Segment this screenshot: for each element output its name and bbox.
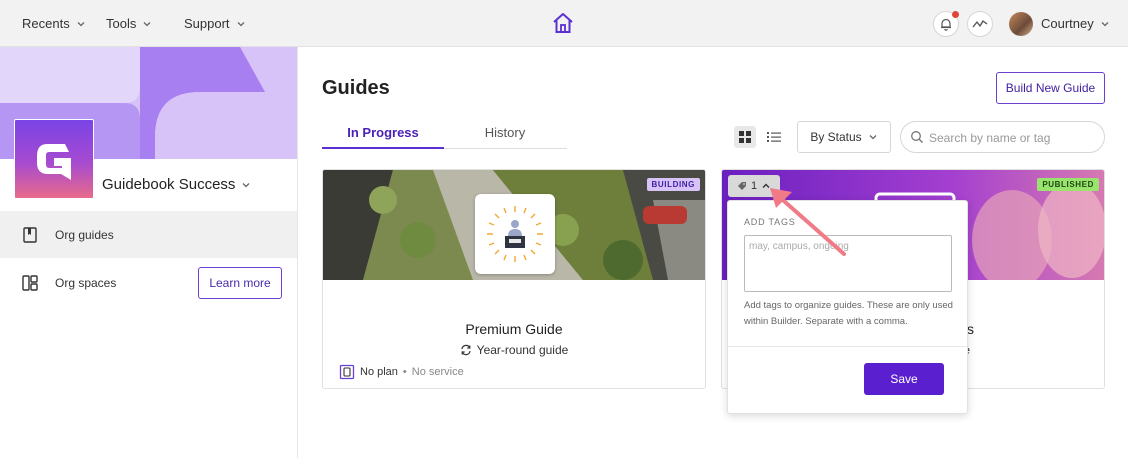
grid-view-button[interactable]	[734, 126, 756, 148]
book-icon	[23, 226, 37, 243]
sidebar-item-label: Org guides	[55, 227, 114, 242]
list-view-button[interactable]	[763, 126, 785, 148]
chevron-down-icon	[869, 135, 877, 140]
chevron-down-icon	[1101, 21, 1109, 26]
org-name-label: Guidebook Success	[102, 176, 236, 193]
popup-title: ADD TAGS	[744, 217, 796, 227]
top-bar: Recents Tools Support Courtney	[0, 0, 1128, 47]
nav-support-label: Support	[184, 16, 230, 31]
list-icon	[767, 132, 781, 142]
org-switcher[interactable]: Guidebook Success	[102, 176, 251, 193]
plan-label: No plan	[360, 366, 398, 378]
guidebook-logo-icon	[37, 144, 71, 180]
sidebar-item-org-guides[interactable]: Org guides	[0, 211, 297, 258]
avatar[interactable]	[1009, 12, 1033, 36]
guide-title-fragment: s	[967, 321, 974, 337]
tags-input[interactable]	[744, 235, 952, 292]
sidebar-item-org-spaces[interactable]: Org spaces Learn more	[0, 259, 297, 306]
refresh-icon	[461, 344, 471, 356]
notifications-button[interactable]	[933, 11, 959, 37]
search-icon	[911, 131, 923, 143]
service-label: No service	[411, 366, 464, 378]
status-filter-select[interactable]: By Status	[797, 121, 891, 153]
chevron-down-icon	[237, 21, 245, 26]
chevron-down-icon	[143, 21, 151, 26]
tab-history[interactable]: History	[444, 125, 566, 149]
save-button[interactable]: Save	[864, 363, 944, 395]
nav-recents[interactable]: Recents	[22, 16, 86, 31]
build-new-guide-button[interactable]: Build New Guide	[996, 72, 1105, 104]
tag-icon	[737, 182, 746, 190]
layout-icon	[22, 274, 38, 291]
nav-tools[interactable]: Tools	[106, 16, 152, 31]
add-tags-popup: ADD TAGS Add tags to organize guides. Th…	[727, 200, 968, 414]
search-box	[900, 121, 1105, 153]
separator-dot: •	[402, 366, 407, 378]
page-title: Guides	[322, 77, 390, 99]
status-badge: BUILDING	[646, 178, 700, 191]
guide-title: Premium Guide	[465, 321, 563, 337]
guide-plan-info: No plan • No service	[339, 364, 464, 380]
plan-icon	[339, 364, 355, 380]
popup-help-text: Add tags to organize guides. These are o…	[744, 300, 953, 327]
chevron-down-icon	[77, 21, 85, 26]
nav-recents-label: Recents	[22, 16, 70, 31]
notification-dot	[952, 11, 959, 18]
status-filter-label: By Status	[810, 130, 862, 144]
guide-icon	[475, 194, 555, 274]
status-badge: PUBLISHED	[1037, 178, 1099, 191]
guide-schedule-label: Year-round guide	[476, 343, 569, 357]
user-menu[interactable]: Courtney	[1041, 16, 1110, 31]
grid-icon	[739, 131, 751, 143]
nav-support[interactable]: Support	[184, 16, 246, 31]
user-name-label: Courtney	[1041, 16, 1094, 31]
search-input[interactable]	[929, 128, 1099, 148]
learn-more-button[interactable]: Learn more	[198, 266, 282, 299]
analytics-button[interactable]	[967, 11, 993, 37]
guide-card[interactable]: BUILDING Premium Guide Year-round guide	[322, 169, 706, 389]
tag-count: 1	[750, 180, 758, 192]
podium-icon	[487, 206, 543, 262]
sidebar: Guidebook Success Org guides Org spaces …	[0, 47, 298, 458]
activity-icon	[972, 20, 988, 28]
sidebar-item-label: Org spaces	[55, 275, 117, 290]
popup-divider	[728, 346, 967, 347]
tab-in-progress[interactable]: In Progress	[322, 125, 444, 149]
bell-icon	[941, 18, 951, 31]
tag-count-chip[interactable]: 1	[728, 175, 780, 197]
chevron-down-icon	[242, 182, 250, 187]
nav-tools-label: Tools	[106, 16, 137, 31]
guide-schedule: Year-round guide	[323, 343, 705, 357]
home-icon[interactable]	[551, 11, 575, 35]
chevron-up-icon	[762, 183, 770, 188]
org-logo	[14, 119, 94, 199]
